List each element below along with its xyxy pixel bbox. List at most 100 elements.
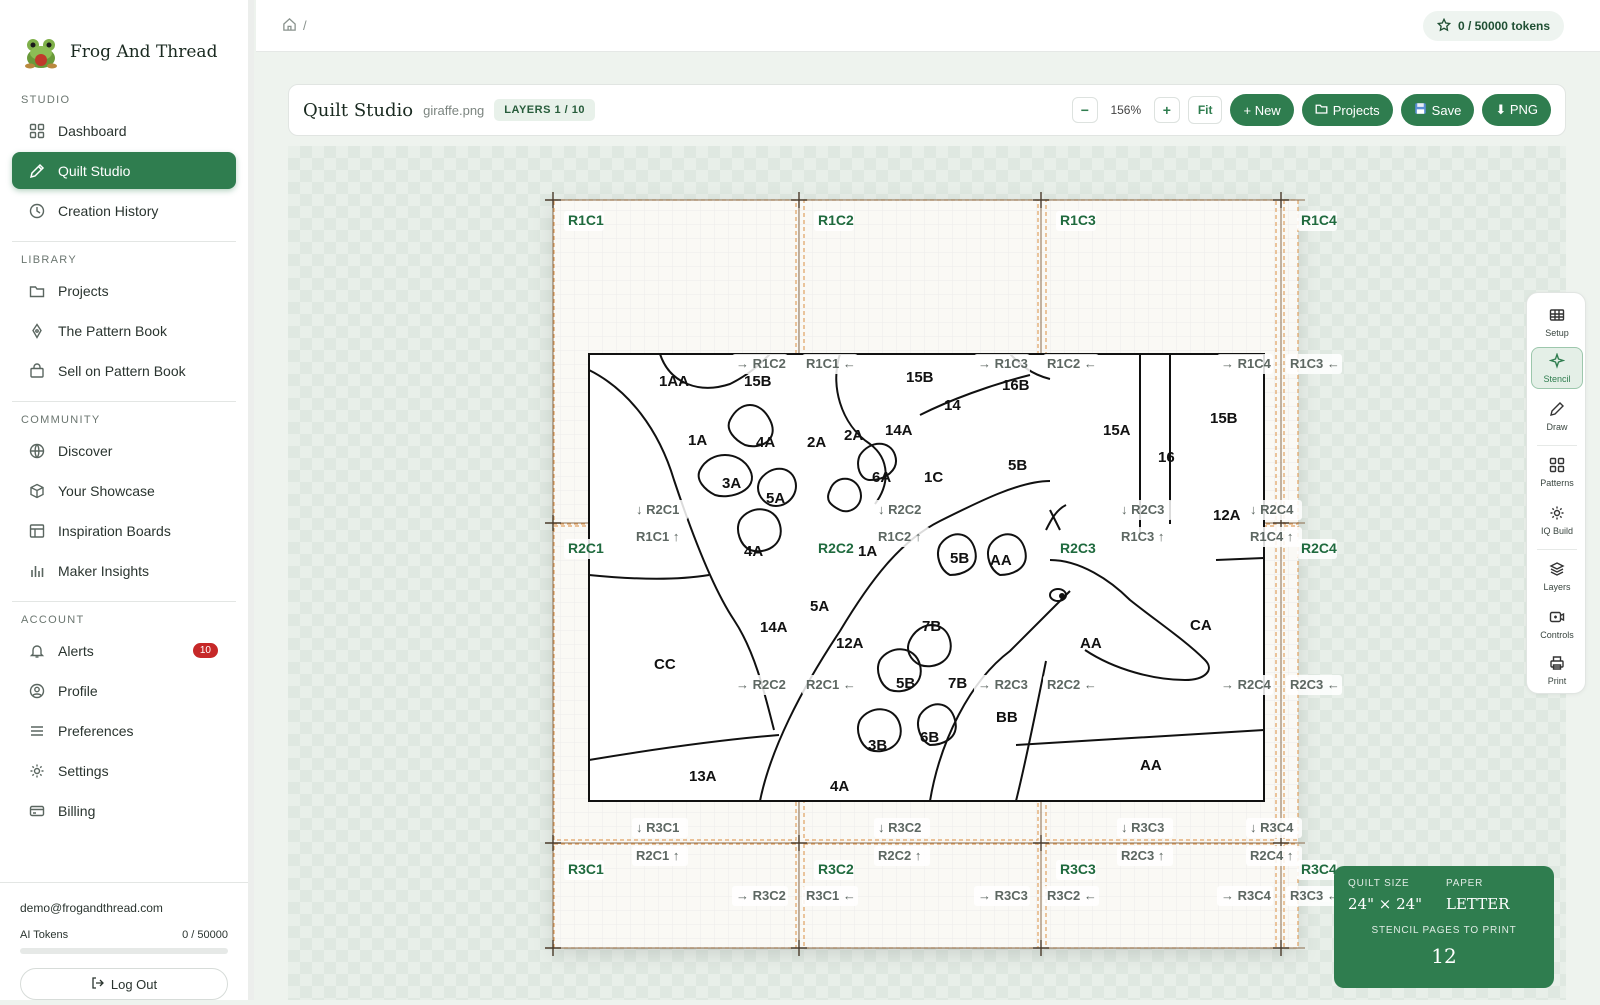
rail-label: Draw [1546, 421, 1568, 432]
region-label: 1AA [659, 373, 689, 390]
rail-label: Stencil [1543, 373, 1571, 384]
page-nav-label: R1C1 ↑ [636, 529, 679, 544]
region-label: 4A [756, 434, 775, 451]
ai-tokens-value: 0 / 50000 [182, 929, 228, 941]
region-label: 6B [920, 729, 939, 746]
page-nav-label: R2C2 ← [1047, 677, 1097, 692]
rail-label: IQ Build [1540, 525, 1573, 536]
bar-chart-icon [28, 562, 46, 580]
sidebar-item-profile[interactable]: Profile [12, 672, 236, 709]
rail-print[interactable]: Print [1531, 649, 1583, 691]
sidebar-item-preferences[interactable]: Preferences [12, 712, 236, 749]
region-label: 1A [688, 432, 707, 449]
page-nav-label: → R2C4 [1221, 677, 1272, 692]
sidebar-item-label: Maker Insights [58, 562, 150, 579]
sidebar-item-sell-pattern-book[interactable]: Sell on Pattern Book [12, 352, 236, 389]
summary-top-row: QUILT SIZE 24" × 24" PAPER LETTER [1348, 878, 1540, 913]
region-label: 2A [844, 427, 863, 444]
star-icon [1436, 17, 1452, 35]
table-icon [1549, 307, 1565, 325]
sidebar-item-billing[interactable]: Billing [12, 792, 236, 829]
sidebar-item-label: Inspiration Boards [58, 522, 171, 539]
home-icon[interactable] [282, 17, 297, 35]
sidebar-item-settings[interactable]: Settings [12, 752, 236, 789]
brand-name: Frog And Thread [70, 42, 218, 62]
zoom-in-button[interactable]: + [1153, 97, 1180, 123]
new-button[interactable]: + New [1230, 94, 1294, 126]
region-label: 5A [810, 598, 829, 615]
page-nav-label: ↓ R2C1 [636, 502, 679, 517]
grid-icon [1549, 457, 1565, 475]
cell-label: R2C3 [1060, 540, 1096, 556]
divider [1537, 549, 1577, 550]
sidebar-item-projects[interactable]: Projects [12, 272, 236, 309]
pencil-icon [28, 162, 46, 180]
alerts-count-badge: 10 [192, 643, 218, 658]
sidebar-item-quilt-studio[interactable]: Quilt Studio [12, 152, 236, 189]
layers-icon [1549, 561, 1565, 579]
page-nav-label: R1C2 ← [1047, 356, 1097, 371]
region-label: 15B [1210, 410, 1238, 427]
sidebar-item-alerts[interactable]: Alerts 10 [12, 632, 236, 669]
rail-draw[interactable]: Draw [1531, 395, 1583, 437]
sidebar-item-maker-insights[interactable]: Maker Insights [12, 552, 236, 589]
sidebar-item-pattern-book[interactable]: The Pattern Book [12, 312, 236, 349]
region-label: 7B [922, 618, 941, 635]
folder-icon [28, 282, 46, 300]
cube-icon [28, 482, 46, 500]
rail-stencil[interactable]: Stencil [1531, 347, 1583, 389]
page-nav-label: → R1C2 [736, 356, 786, 371]
zoom-out-button[interactable]: − [1071, 97, 1098, 123]
rail-setup[interactable]: Setup [1531, 301, 1583, 343]
printer-icon [1549, 655, 1565, 673]
globe-icon [28, 442, 46, 460]
page-nav-label: R1C1 ← [806, 356, 856, 371]
section-title-account: ACCOUNT [21, 614, 85, 626]
region-label: 7B [948, 675, 967, 692]
page-nav-label: R1C3 ← [1290, 356, 1340, 371]
rail-iq-build[interactable]: IQ Build [1531, 499, 1583, 541]
rail-controls[interactable]: Controls [1531, 603, 1583, 645]
paper-value: LETTER [1446, 895, 1510, 913]
layers-badge[interactable]: LAYERS 1 / 10 [494, 99, 595, 121]
logout-button[interactable]: Log Out [20, 968, 228, 1000]
page-nav-label: → R2C3 [978, 677, 1028, 692]
rail-patterns[interactable]: Patterns [1531, 451, 1583, 493]
page-nav-label: ↓ R3C1 [636, 820, 679, 835]
sidebar-item-showcase[interactable]: Your Showcase [12, 472, 236, 509]
tokens-pill[interactable]: 0 / 50000 tokens [1422, 11, 1564, 41]
page-nav-label: → R3C3 [978, 888, 1028, 903]
brand[interactable]: Frog And Thread [0, 0, 248, 82]
region-label: 5A [766, 490, 785, 507]
sidebar-item-creation-history[interactable]: Creation History [12, 192, 236, 229]
sidebar-item-inspiration-boards[interactable]: Inspiration Boards [12, 512, 236, 549]
page-nav-label: ↓ R3C2 [878, 820, 921, 835]
clock-icon [28, 202, 46, 220]
rail-label: Layers [1543, 581, 1571, 592]
save-button[interactable]: Save [1400, 94, 1475, 126]
section-title-studio: STUDIO [21, 94, 71, 106]
divider [1537, 445, 1577, 446]
pencil-icon [1549, 401, 1565, 419]
save-label: Save [1431, 102, 1462, 118]
sidebar-item-label: Billing [58, 802, 96, 819]
rail-layers[interactable]: Layers [1531, 555, 1583, 597]
page-nav-label: R2C3 ← [1290, 677, 1340, 692]
fit-button[interactable]: Fit [1187, 96, 1223, 124]
projects-button[interactable]: Projects [1301, 94, 1393, 126]
studio-toolbar: Quilt Studio giraffe.png LAYERS 1 / 10 −… [288, 84, 1566, 136]
sidebar-item-discover[interactable]: Discover [12, 432, 236, 469]
export-png-button[interactable]: ⬇ PNG [1482, 94, 1551, 126]
sidebar-item-label: Projects [58, 282, 109, 299]
sparkle-icon [1548, 351, 1566, 371]
sliders-icon [28, 722, 46, 740]
sidebar-item-dashboard[interactable]: Dashboard [12, 112, 236, 149]
sidebar-item-label: Sell on Pattern Book [58, 362, 186, 379]
user-email: demo@frogandthread.com [20, 901, 163, 915]
page-nav-label: R3C2 ← [1047, 888, 1097, 903]
top-bar: / 0 / 50000 tokens [256, 0, 1600, 52]
board-icon [28, 522, 46, 540]
region-label: 5B [896, 675, 915, 692]
studio-section: STUDIO Dashboard Quilt Studio Creation H… [0, 94, 248, 242]
ai-tokens-label: AI Tokens [20, 929, 69, 941]
